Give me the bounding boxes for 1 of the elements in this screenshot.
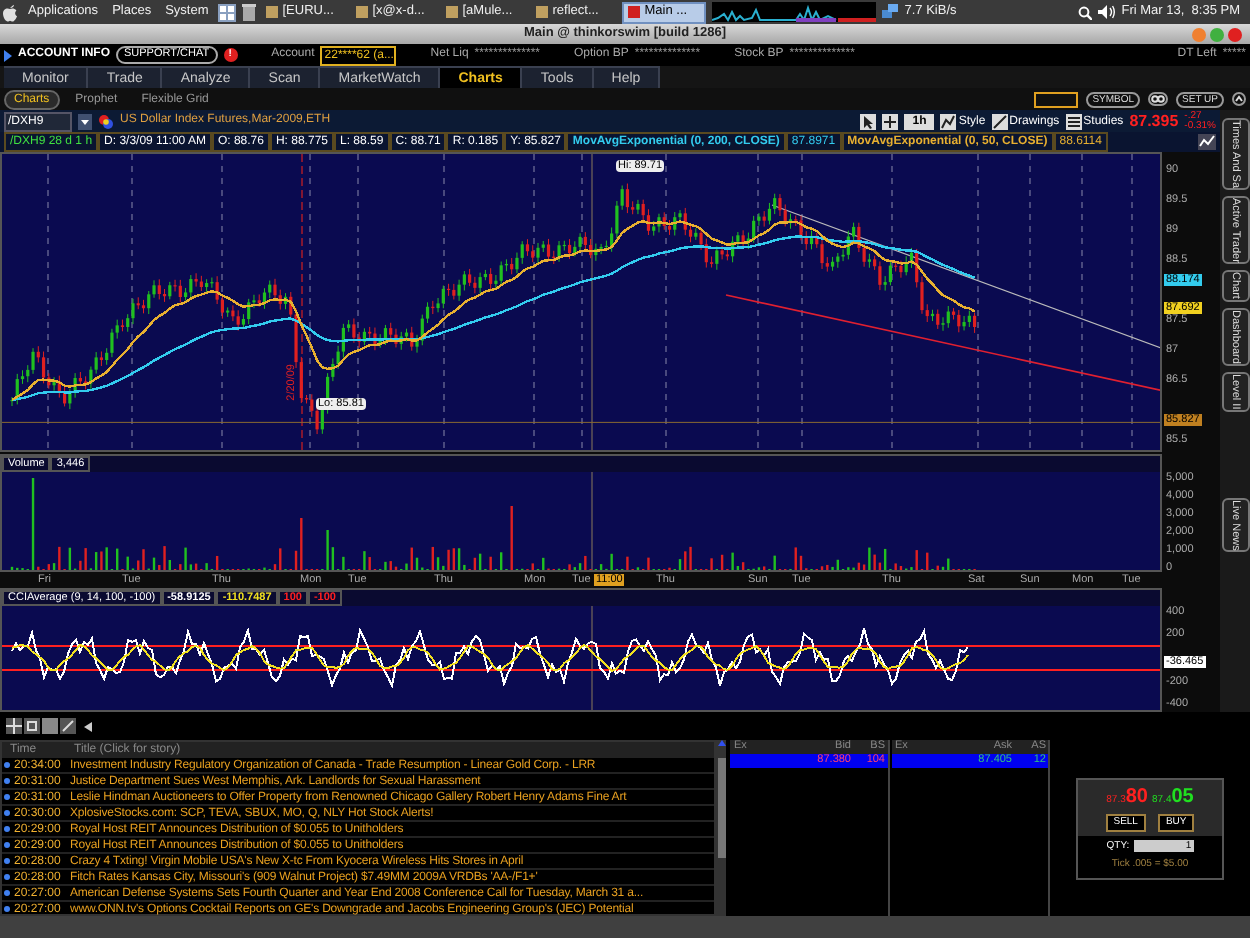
last-price: 87.395 bbox=[1129, 111, 1179, 131]
